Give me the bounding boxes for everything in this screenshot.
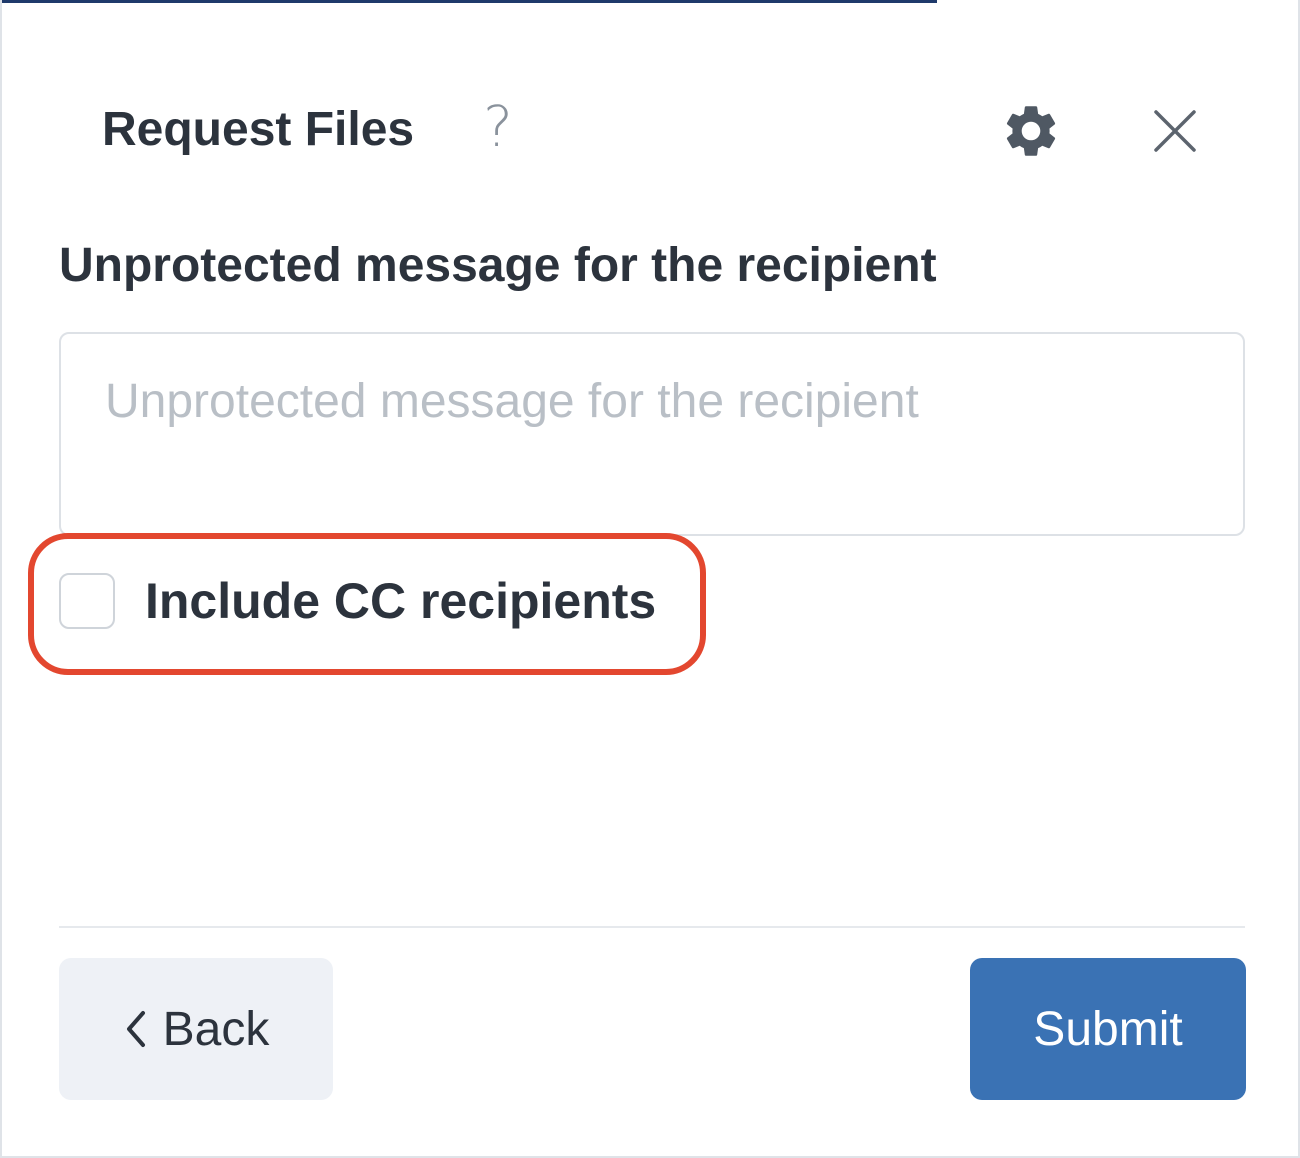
back-button[interactable]: Back — [59, 958, 333, 1100]
include-cc-checkbox[interactable] — [59, 573, 115, 629]
back-button-label: Back — [162, 1002, 270, 1056]
footer-divider — [59, 926, 1245, 928]
request-files-dialog: Request Files ? Unprotected message for … — [0, 0, 1300, 1158]
message-field-label: Unprotected message for the recipient — [59, 239, 937, 292]
close-icon[interactable] — [1150, 106, 1200, 156]
window-top-strip — [2, 0, 937, 3]
submit-button-label: Submit — [1033, 1002, 1183, 1056]
unprotected-message-input[interactable] — [59, 332, 1245, 536]
submit-button[interactable]: Submit — [970, 958, 1246, 1100]
chevron-left-icon — [126, 1011, 145, 1047]
help-icon[interactable]: ? — [476, 96, 520, 160]
include-cc-option[interactable]: Include CC recipients — [59, 570, 656, 632]
dialog-title: Request Files — [102, 103, 415, 156]
include-cc-label: Include CC recipients — [145, 573, 657, 629]
gear-icon[interactable] — [1000, 100, 1062, 162]
